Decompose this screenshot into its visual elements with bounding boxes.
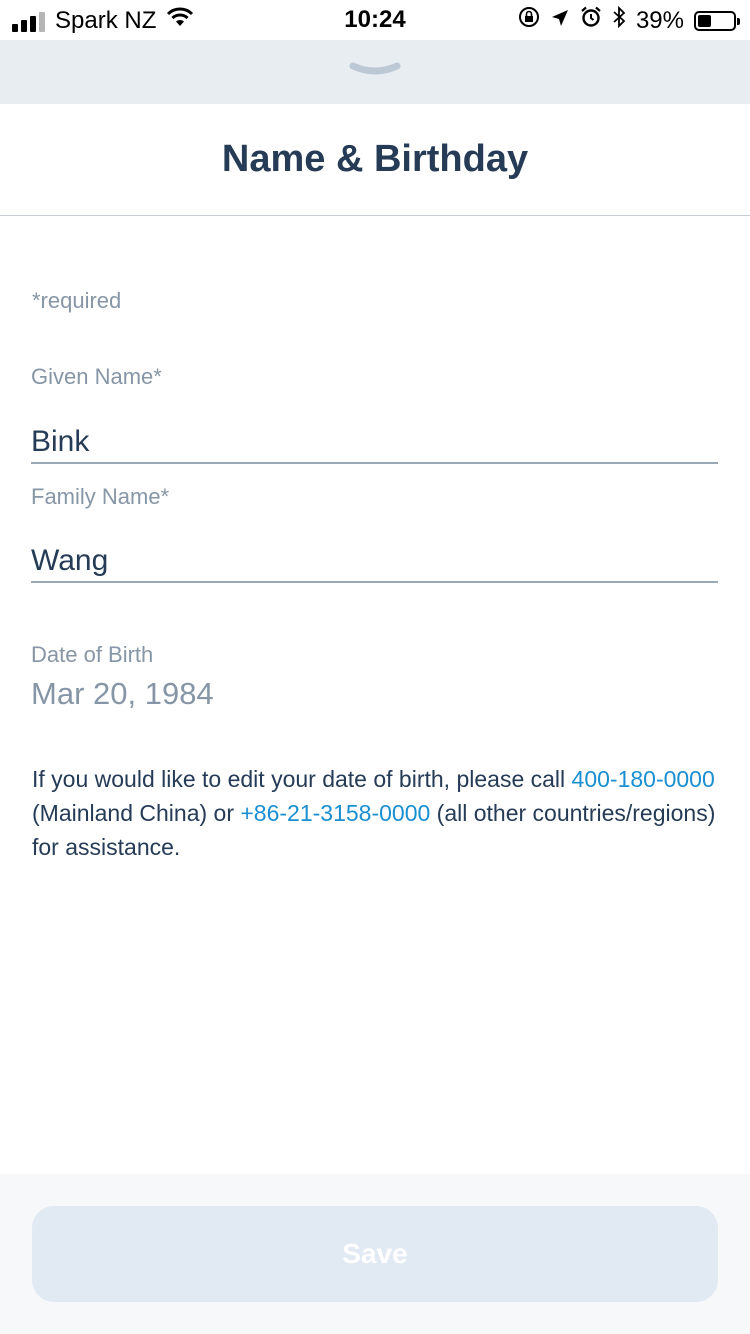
date-of-birth-label: Date of Birth (31, 642, 154, 667)
chevron-down-icon (349, 62, 401, 75)
page-title: Name & Birthday (221, 138, 529, 180)
date-of-birth-value: Mar 20, 1984 (31, 676, 214, 711)
page-header: Name & Birthday (0, 104, 750, 216)
location-icon (550, 7, 570, 35)
family-name-label: Family Name* (31, 484, 170, 509)
status-right: 39% (518, 5, 740, 35)
battery-percent: 39% (635, 6, 684, 34)
save-button[interactable]: Save (32, 1206, 718, 1302)
footer: Save (0, 1174, 750, 1334)
phone-link-mainland-china[interactable]: 400-180-0000 (572, 766, 715, 792)
help-text-part: If you would like to edit your date of b… (32, 766, 572, 792)
family-name-input[interactable] (31, 541, 718, 583)
orientation-lock-icon (518, 6, 540, 35)
battery-icon (694, 10, 740, 31)
date-of-birth-help-text: If you would like to edit your date of b… (32, 762, 722, 864)
help-text-part: (Mainland China) or (32, 800, 241, 826)
required-note: *required (32, 288, 122, 313)
given-name-input[interactable] (31, 422, 718, 464)
alarm-icon (580, 6, 602, 35)
dismiss-handle[interactable] (0, 40, 750, 104)
bluetooth-icon (612, 5, 626, 35)
given-name-label: Given Name* (31, 364, 162, 389)
phone-link-other-regions[interactable]: +86-21-3158-0000 (240, 800, 430, 826)
battery-fill (698, 14, 711, 27)
status-bar: Spark NZ 10:24 39% (0, 0, 750, 40)
